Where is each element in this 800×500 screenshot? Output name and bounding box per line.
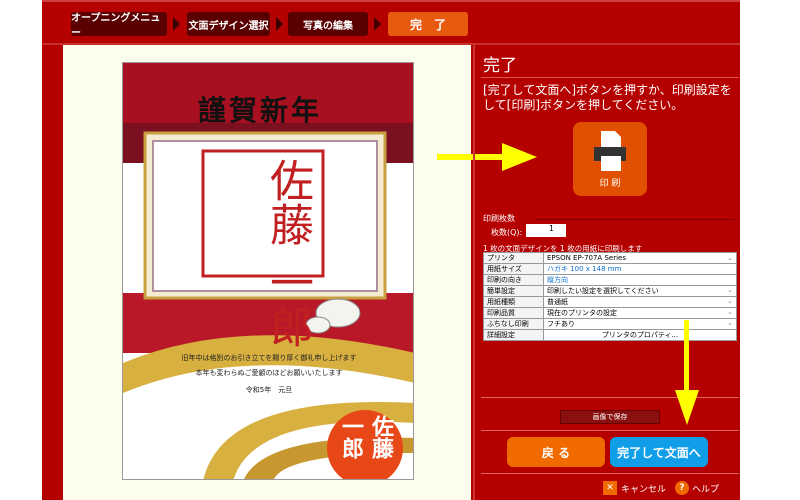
copies-section-label: 印刷枚数 <box>483 214 515 223</box>
print-button[interactable]: 印 刷 <box>573 122 647 196</box>
settings-key: 用紙種類 <box>483 296 544 308</box>
step-opening-menu[interactable]: オープニングメニュー <box>71 12 167 39</box>
chevron-down-icon[interactable]: ⌄ <box>727 254 733 262</box>
card-message-line2: 本年も変わらぬご愛顧のほどお願いいたします <box>195 369 343 377</box>
settings-key: 詳細設定 <box>483 329 544 341</box>
chevron-down-icon[interactable]: ⌄ <box>727 298 733 306</box>
copies-label: 枚数(Q): <box>491 228 523 237</box>
settings-row: 印刷品質 現在のプリンタの設定 ⌄ <box>483 307 737 319</box>
settings-dropdown[interactable]: 印刷したい設定を選択してください ⌄ <box>543 285 737 297</box>
step-arrow-icon <box>173 17 180 31</box>
settings-row: 簡単設定 印刷したい設定を選択してください ⌄ <box>483 285 737 297</box>
step-arrow-icon <box>374 17 381 31</box>
step-complete[interactable]: 完 了 <box>388 12 468 36</box>
new-year-card: 謹賀新年 佐藤 一郎 旧年中は格別のお引き立てを賜り厚く御礼申し上げます 本年も… <box>122 62 414 480</box>
save-image-button[interactable]: 画像で保存 <box>560 410 660 424</box>
settings-key: 用紙サイズ <box>483 263 544 275</box>
card-title: 謹賀新年 <box>198 94 323 127</box>
settings-key: 簡単設定 <box>483 285 544 297</box>
settings-value[interactable]: プリンタのプロパティ... <box>543 329 737 341</box>
print-label: 印 刷 <box>599 179 621 189</box>
panel-title: 完了 <box>483 56 517 76</box>
settings-dropdown[interactable]: 普通紙 ⌄ <box>543 296 737 308</box>
settings-value: ハガキ 100 x 148 mm <box>543 263 737 275</box>
complete-panel: 完了 [完了して文面へ]ボタンを押すか、印刷設定を して[印刷]ボタンを押してくだ… <box>473 45 740 500</box>
printer-icon <box>594 131 626 171</box>
yellow-arrow-down-icon <box>675 320 699 425</box>
step-bar: オープニングメニュー 文面デザイン選択 写真の編集 完 了 <box>42 0 740 45</box>
step-arrow-icon <box>276 17 283 31</box>
settings-dropdown[interactable]: 現在のプリンタの設定 ⌄ <box>543 307 737 319</box>
copies-input[interactable]: 1 <box>526 224 566 237</box>
settings-key: プリンタ <box>483 252 544 264</box>
card-message-line1: 旧年中は格別のお引き立てを賜り厚く御礼申し上げます <box>181 354 357 362</box>
finish-button[interactable]: 完了して文面へ <box>610 437 708 467</box>
card-name-stamp: 佐藤 一郎 <box>262 158 313 348</box>
settings-row: プリンタ EPSON EP-707A Series ⌄ <box>483 252 737 264</box>
help-button[interactable]: ? ヘルプ <box>675 481 719 495</box>
settings-row: 用紙種類 普通紙 ⌄ <box>483 296 737 308</box>
card-preview-area: 謹賀新年 佐藤 一郎 旧年中は格別のお引き立てを賜り厚く御礼申し上げます 本年も… <box>63 45 471 500</box>
step-design-select[interactable]: 文面デザイン選択 <box>187 12 270 36</box>
settings-key: 印刷品質 <box>483 307 544 319</box>
settings-dropdown[interactable]: EPSON EP-707A Series ⌄ <box>543 252 737 264</box>
help-icon: ? <box>675 481 689 495</box>
app-window: オープニングメニュー 文面デザイン選択 写真の編集 完 了 謹賀新年 佐藤 一郎… <box>42 0 740 500</box>
settings-dropdown[interactable]: フチあり ⌄ <box>543 318 737 330</box>
card-seal-name: 佐藤 一郎 <box>338 415 393 459</box>
card-date: 令和5年 元旦 <box>245 386 293 394</box>
settings-row: 用紙サイズ ハガキ 100 x 148 mm <box>483 263 737 275</box>
cancel-button[interactable]: ✕ キャンセル <box>603 481 666 495</box>
close-icon: ✕ <box>603 481 617 495</box>
chevron-down-icon[interactable]: ⌄ <box>727 287 733 295</box>
settings-value: 縦方向 <box>543 274 737 286</box>
settings-key: 印刷の向き <box>483 274 544 286</box>
settings-row: 印刷の向き 縦方向 <box>483 274 737 286</box>
chevron-down-icon[interactable]: ⌄ <box>727 320 733 328</box>
settings-key: ふちなし印刷 <box>483 318 544 330</box>
back-button[interactable]: 戻 る <box>507 437 605 467</box>
panel-description: [完了して文面へ]ボタンを押すか、印刷設定を して[印刷]ボタンを押してください。 <box>483 83 732 112</box>
chevron-down-icon[interactable]: ⌄ <box>727 309 733 317</box>
step-photo-edit[interactable]: 写真の編集 <box>288 12 368 36</box>
